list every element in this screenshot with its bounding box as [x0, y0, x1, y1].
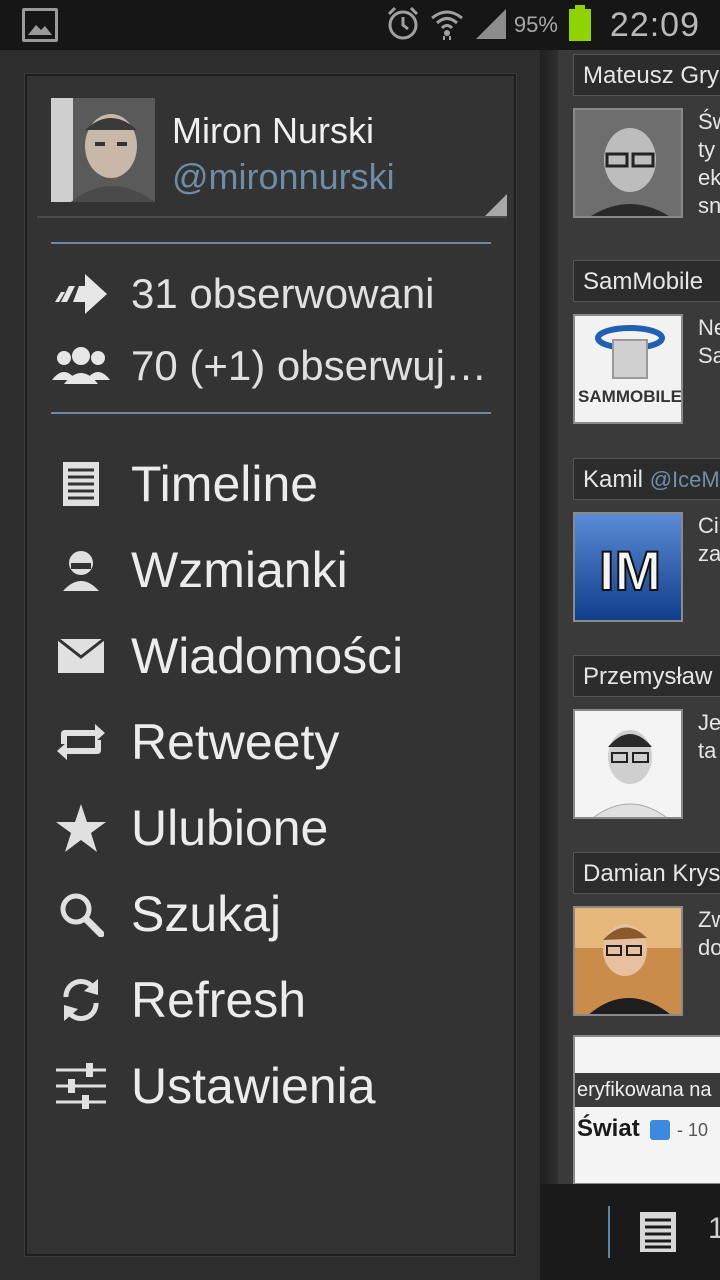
followers-group-icon — [51, 336, 111, 396]
tweet-author: Damian Krys — [573, 852, 720, 894]
tweet-text: Ci za — [698, 513, 720, 566]
menu-item-timeline[interactable]: Timeline — [51, 446, 491, 522]
divider — [51, 242, 491, 244]
refresh-icon — [51, 970, 111, 1030]
account-dropdown-indicator[interactable] — [485, 194, 507, 216]
alarm-icon — [386, 5, 420, 46]
tweet-text: Ne Sa — [698, 315, 720, 368]
svg-text:SAMMOBILE: SAMMOBILE — [578, 387, 682, 406]
messages-icon — [51, 626, 111, 686]
star-icon — [51, 798, 111, 858]
menu-label: Timeline — [131, 456, 319, 512]
avatar[interactable] — [573, 906, 683, 1016]
navigation-drawer: Miron Nurski @mironnurski 31 obserwowani… — [0, 50, 540, 1280]
followers-count[interactable]: 70 (+1) obserwujący — [51, 336, 491, 396]
menu-label: Ustawienia — [131, 1058, 376, 1114]
menu-item-settings[interactable]: Ustawienia — [51, 1048, 491, 1124]
tweet-image-card[interactable]: eryfikowana na Świat - 10 — [573, 1035, 720, 1185]
following-count[interactable]: 31 obserwowani — [51, 264, 491, 324]
avatar[interactable] — [51, 98, 155, 202]
avatar[interactable]: IM — [573, 512, 683, 622]
menu-label: Retweety — [131, 714, 340, 770]
tweet-author: Przemysław — [573, 655, 720, 697]
image-text: Świat — [577, 1115, 640, 1142]
menu-label: Szukaj — [131, 886, 282, 942]
image-text-suffix: - 10 — [677, 1120, 709, 1140]
menu-label: Refresh — [131, 972, 307, 1028]
search-icon — [51, 884, 111, 944]
battery-percent: 95% — [513, 12, 558, 37]
tweet-author: Mateusz Gry — [573, 54, 720, 96]
drawer-edge-shadow — [540, 50, 558, 1280]
gallery-icon — [22, 8, 58, 42]
menu-item-search[interactable]: Szukaj — [51, 876, 491, 952]
verified-icon — [650, 1119, 671, 1140]
menu-item-mentions[interactable]: Wzmianki — [51, 532, 491, 608]
timeline-tab-icon[interactable] — [640, 1212, 676, 1257]
profile-header[interactable]: Miron Nurski @mironnurski — [37, 76, 507, 218]
tweet-author: SamMobile — [573, 260, 720, 302]
timeline-icon — [51, 454, 111, 514]
image-overlay-text: eryfikowana na — [575, 1073, 720, 1107]
tweet-text: Zw do — [698, 907, 720, 960]
menu-item-favorites[interactable]: Ulubione — [51, 790, 491, 866]
svg-text:IM: IM — [599, 539, 661, 602]
wifi-icon — [430, 6, 464, 45]
timeline-content: Mateusz Gry Św ty ek sn SamMobile SAMMOB… — [540, 50, 720, 1280]
retweet-icon — [51, 712, 111, 772]
signal-icon — [474, 7, 508, 44]
menu-label: Wzmianki — [131, 542, 348, 598]
avatar[interactable] — [573, 709, 683, 819]
avatar[interactable] — [573, 108, 683, 218]
status-bar: 95% 22:09 — [0, 0, 720, 50]
drawer-panel: Miron Nurski @mironnurski 31 obserwowani… — [25, 74, 516, 1256]
tweet-text: Je ta — [698, 710, 720, 763]
menu-label: Wiadomości — [131, 628, 404, 684]
followers-label: 70 (+1) obserwujący — [131, 342, 491, 389]
tweet-text: Św ty ek sn — [698, 109, 720, 218]
bottom-tab-bar: 1 — [540, 1184, 720, 1280]
divider — [51, 412, 491, 414]
menu-item-messages[interactable]: Wiadomości — [51, 618, 491, 694]
avatar[interactable]: SAMMOBILE — [573, 314, 683, 424]
tab-count: 1 — [708, 1212, 720, 1245]
tab-divider — [608, 1206, 610, 1258]
settings-icon — [51, 1056, 111, 1116]
menu-label: Ulubione — [131, 800, 329, 856]
menu-item-retweets[interactable]: Retweety — [51, 704, 491, 780]
profile-name: Miron Nurski — [172, 110, 375, 151]
battery-icon — [568, 4, 592, 46]
clock: 22:09 — [609, 5, 700, 44]
menu-item-refresh[interactable]: Refresh — [51, 962, 491, 1038]
profile-handle: @mironnurski — [172, 156, 395, 197]
following-label: 31 obserwowani — [131, 270, 435, 317]
tweet-author: Kamil @IceM — [573, 458, 720, 500]
following-arrow-icon — [51, 264, 111, 324]
mentions-icon — [51, 540, 111, 600]
